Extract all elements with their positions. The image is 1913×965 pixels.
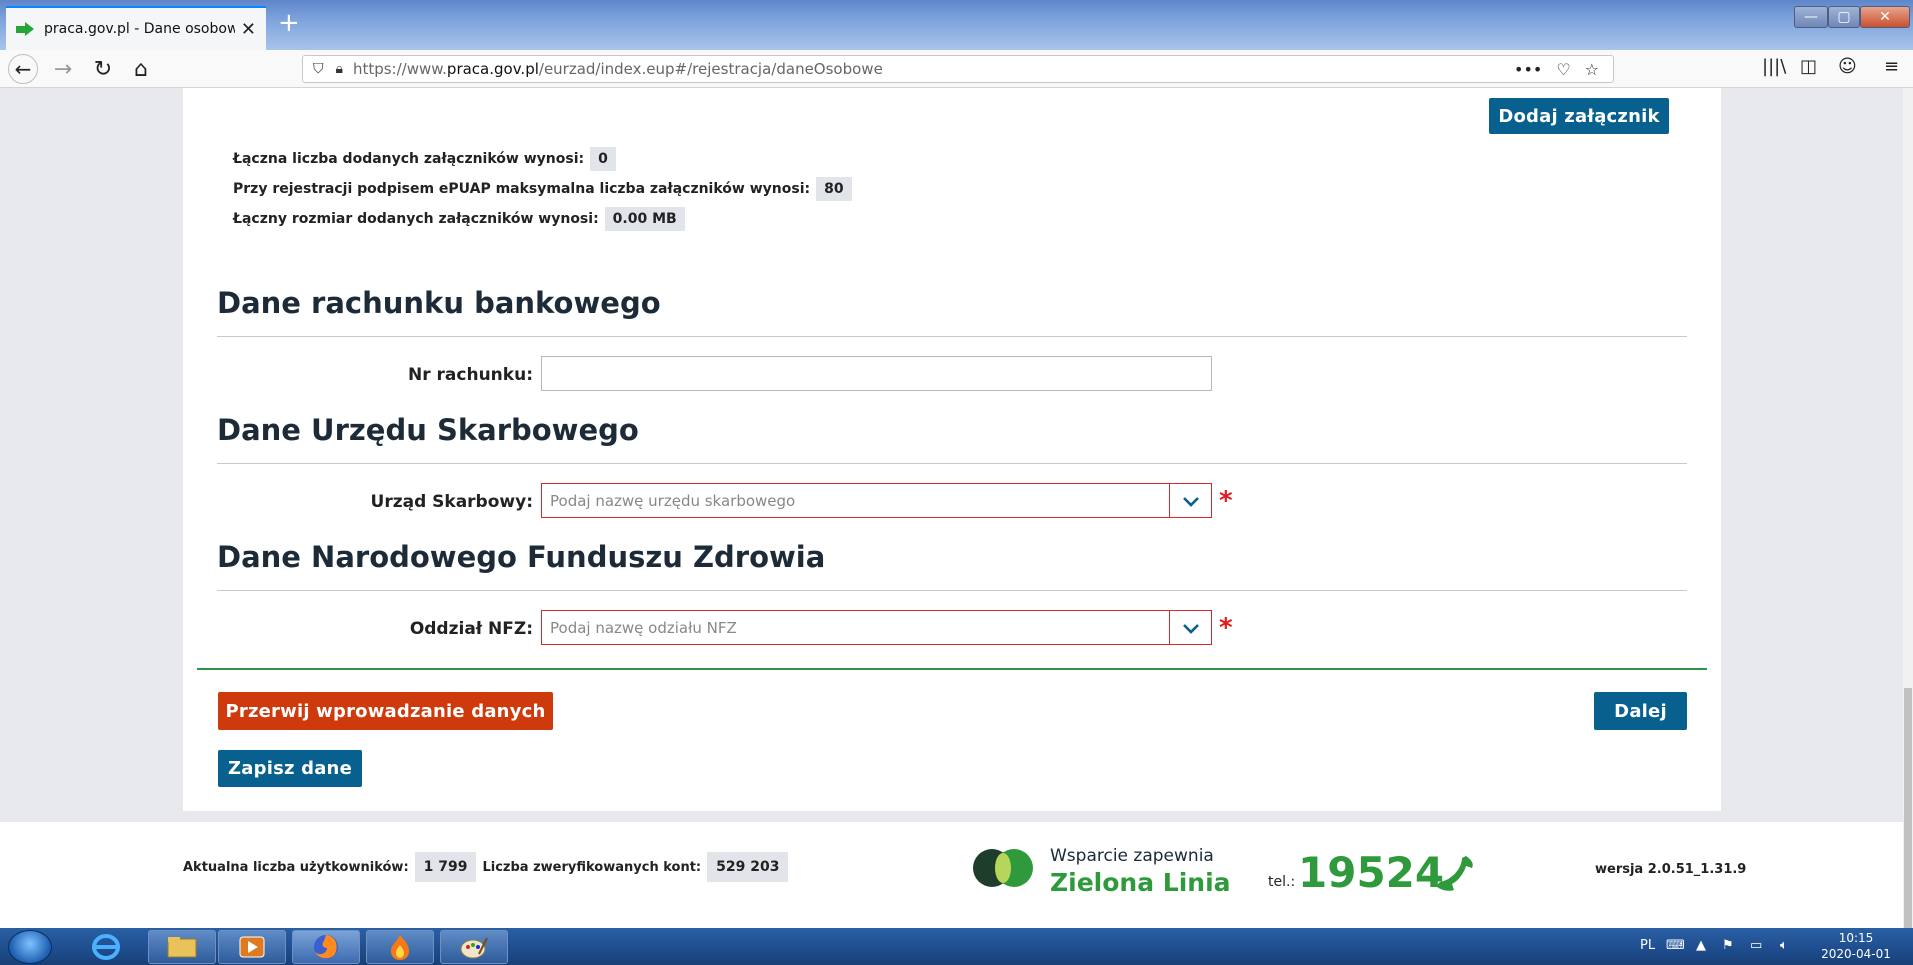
phone-icon bbox=[1436, 856, 1473, 891]
forward-arrow-icon[interactable]: → bbox=[48, 54, 78, 84]
new-tab-button[interactable]: + bbox=[278, 8, 300, 38]
account-icon[interactable]: ☺ bbox=[1838, 56, 1857, 77]
helpline-number[interactable]: 19524 bbox=[1298, 848, 1444, 897]
verified-accounts-value: 529 203 bbox=[707, 852, 789, 882]
back-arrow-icon[interactable]: ← bbox=[8, 54, 38, 84]
scrollbar-thumb[interactable] bbox=[1904, 688, 1912, 928]
attachments-max-value: 80 bbox=[816, 177, 852, 201]
verified-accounts-label: Liczba zweryfikowanych kont: bbox=[482, 859, 702, 875]
attachments-size-row: Łączny rozmiar dodanych załączników wyno… bbox=[233, 207, 685, 231]
tab-title: praca.gov.pl - Dane osobowe bbox=[44, 21, 235, 37]
paint-icon[interactable] bbox=[440, 930, 508, 964]
tax-office-combobox[interactable]: Podaj nazwę urzędu skarbowego bbox=[541, 483, 1212, 518]
users-count-value: 1 799 bbox=[414, 852, 477, 882]
clock-time: 10:15 bbox=[1838, 931, 1874, 945]
lock-icon[interactable]: 🔒︎ bbox=[336, 61, 343, 77]
windows-taskbar: PL ⌨ ▲ ⚑ ▭ 🔈︎ 10:15 2020-04-01 bbox=[0, 928, 1913, 965]
tel-label: tel.: bbox=[1268, 874, 1296, 890]
nfz-branch-label: Oddział NFZ: bbox=[409, 619, 533, 639]
form-panel: Dodaj załącznik Łączna liczba dodanych z… bbox=[183, 88, 1721, 811]
url-text[interactable]: https://www.praca.gov.pl/eurzad/index.eu… bbox=[353, 60, 1514, 78]
library-icon[interactable]: |||\ bbox=[1762, 56, 1786, 77]
browser-titlebar: praca.gov.pl - Dane osobowe ✕ + — ▢ ✕ bbox=[0, 0, 1913, 50]
users-count-stat: Aktualna liczba użytkowników: 1 799 Licz… bbox=[183, 852, 789, 882]
nfz-section-divider bbox=[217, 590, 1687, 591]
chevron-down-icon[interactable] bbox=[1169, 611, 1211, 644]
page-scrollbar[interactable] bbox=[1903, 88, 1913, 928]
nfz-branch-required-mark: * bbox=[1219, 613, 1233, 643]
close-window-button[interactable]: ✕ bbox=[1860, 6, 1910, 28]
add-attachment-button[interactable]: Dodaj załącznik bbox=[1489, 98, 1669, 134]
menu-icon[interactable]: ≡ bbox=[1884, 56, 1899, 77]
keyboard-icon[interactable]: ⌨ bbox=[1666, 938, 1685, 953]
shield-icon[interactable]: ⛉ bbox=[313, 61, 324, 77]
maximize-button[interactable]: ▢ bbox=[1828, 6, 1860, 28]
attachments-count-value: 0 bbox=[590, 147, 616, 171]
tax-office-section-divider bbox=[217, 463, 1687, 464]
bank-section-divider bbox=[217, 336, 1687, 337]
action-center-flag-icon[interactable]: ⚑ bbox=[1722, 938, 1734, 953]
internet-explorer-icon[interactable] bbox=[72, 930, 140, 964]
site-arrow-icon bbox=[16, 22, 34, 36]
system-clock[interactable]: 10:15 2020-04-01 bbox=[1818, 930, 1894, 962]
zielona-linia-name: Zielona Linia bbox=[1050, 868, 1231, 897]
chevron-down-icon[interactable] bbox=[1169, 484, 1211, 517]
account-number-input[interactable] bbox=[541, 356, 1212, 391]
language-indicator[interactable]: PL bbox=[1640, 938, 1655, 953]
zielona-linia-logo-icon bbox=[973, 849, 1033, 887]
file-explorer-icon[interactable] bbox=[148, 930, 216, 964]
url-path: /eurzad/index.eup#/rejestracja/daneOsobo… bbox=[538, 60, 883, 78]
network-icon[interactable]: ▭ bbox=[1750, 938, 1762, 953]
tax-office-label: Urząd Skarbowy: bbox=[370, 492, 533, 512]
bank-section-heading: Dane rachunku bankowego bbox=[217, 286, 661, 320]
site-footer: Aktualna liczba użytkowników: 1 799 Licz… bbox=[0, 822, 1903, 928]
browser-navbar: ← → ↻ ⌂ ⛉ 🔒︎ https://www.praca.gov.pl/eu… bbox=[0, 50, 1913, 88]
url-prefix: https://www. bbox=[352, 60, 447, 78]
sidebar-icon[interactable]: ◫ bbox=[1800, 56, 1817, 77]
show-hidden-icons-icon[interactable]: ▲ bbox=[1696, 938, 1706, 953]
home-icon[interactable]: ⌂ bbox=[126, 54, 156, 84]
minimize-button[interactable]: — bbox=[1794, 6, 1828, 28]
page-actions-icon[interactable]: ••• bbox=[1514, 60, 1542, 79]
attachments-size-value: 0.00 MB bbox=[604, 207, 685, 231]
tab-close-icon[interactable]: ✕ bbox=[241, 19, 256, 40]
start-orb-icon[interactable] bbox=[8, 930, 52, 964]
attachments-size-label: Łączny rozmiar dodanych załączników wyno… bbox=[233, 211, 599, 227]
attachments-count-label: Łączna liczba dodanych załączników wynos… bbox=[233, 151, 585, 167]
volume-icon[interactable]: 🔈︎ bbox=[1780, 938, 1788, 953]
burning-app-icon[interactable] bbox=[366, 930, 434, 964]
nfz-branch-placeholder[interactable]: Podaj nazwę odziału NFZ bbox=[542, 619, 1169, 637]
support-provider-text: Wsparcie zapewnia bbox=[1050, 846, 1214, 866]
reload-icon[interactable]: ↻ bbox=[88, 54, 118, 84]
attachments-max-label: Przy rejestracji podpisem ePUAP maksymal… bbox=[233, 181, 811, 197]
tax-office-placeholder[interactable]: Podaj nazwę urzędu skarbowego bbox=[542, 492, 1169, 510]
users-count-label: Aktualna liczba użytkowników: bbox=[183, 859, 409, 875]
form-bottom-divider bbox=[197, 668, 1707, 670]
save-data-button[interactable]: Zapisz dane bbox=[218, 750, 362, 787]
firefox-icon[interactable] bbox=[292, 930, 360, 964]
address-bar[interactable]: ⛉ 🔒︎ https://www.praca.gov.pl/eurzad/ind… bbox=[302, 55, 1614, 83]
next-button[interactable]: Dalej bbox=[1594, 692, 1687, 730]
media-player-icon[interactable] bbox=[218, 930, 286, 964]
nfz-branch-combobox[interactable]: Podaj nazwę odziału NFZ bbox=[541, 610, 1212, 645]
pocket-icon[interactable]: ♡ bbox=[1556, 60, 1570, 79]
bookmark-star-icon[interactable]: ☆ bbox=[1585, 60, 1599, 79]
browser-tab[interactable]: praca.gov.pl - Dane osobowe ✕ bbox=[6, 6, 266, 50]
abort-entry-button[interactable]: Przerwij wprowadzanie danych bbox=[218, 692, 553, 730]
nfz-section-heading: Dane Narodowego Funduszu Zdrowia bbox=[217, 540, 826, 574]
account-number-label: Nr rachunku: bbox=[408, 365, 533, 385]
tax-office-required-mark: * bbox=[1219, 486, 1233, 516]
tax-office-section-heading: Dane Urzędu Skarbowego bbox=[217, 413, 639, 447]
app-version: wersja 2.0.51_1.31.9 bbox=[1595, 862, 1747, 877]
attachments-max-row: Przy rejestracji podpisem ePUAP maksymal… bbox=[233, 177, 852, 201]
url-domain: praca.gov.pl bbox=[446, 60, 539, 78]
clock-date: 2020-04-01 bbox=[1821, 947, 1891, 961]
attachments-count-row: Łączna liczba dodanych załączników wynos… bbox=[233, 147, 616, 171]
